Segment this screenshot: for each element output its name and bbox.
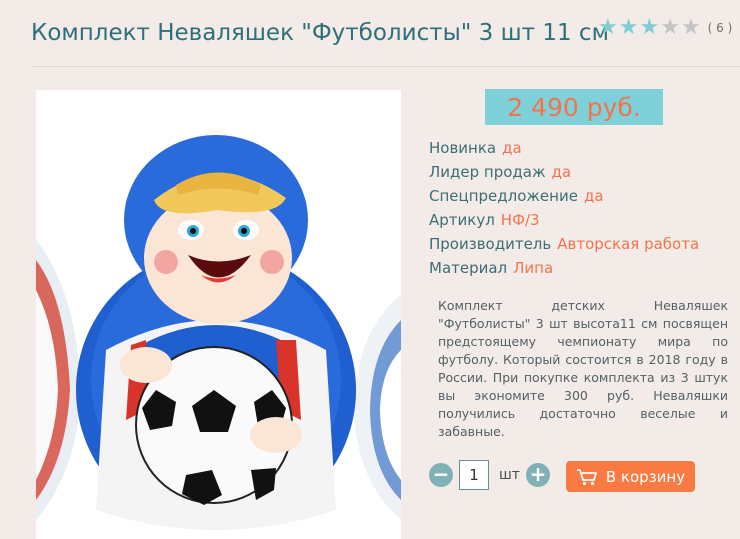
property-row: Производитель Авторская работа xyxy=(429,232,699,256)
rating-count: ( 6 ) xyxy=(707,21,733,35)
property-value[interactable]: да xyxy=(552,163,572,181)
property-value[interactable]: да xyxy=(584,187,604,205)
price-badge: 2 490 руб. xyxy=(485,89,663,125)
property-row: Новинка да xyxy=(429,136,699,160)
quantity-stepper: − шт + xyxy=(429,460,550,490)
star-icon[interactable]: ★ xyxy=(639,17,659,39)
roly-poly-doll-football-photo xyxy=(36,90,401,539)
property-key: Артикул xyxy=(429,211,495,229)
product-title: Комплект Неваляшек "Футболисты" 3 шт 11 … xyxy=(31,20,609,46)
product-properties: Новинка да Лидер продаж да Спецпредложение… xyxy=(429,136,699,280)
quantity-input[interactable] xyxy=(459,460,489,490)
property-row: Лидер продаж да xyxy=(429,160,699,184)
property-key: Лидер продаж xyxy=(429,163,546,181)
property-key: Производитель xyxy=(429,235,552,253)
add-to-cart-label: В корзину xyxy=(605,467,686,486)
add-to-cart-button[interactable]: В корзину xyxy=(566,461,695,492)
star-icon[interactable]: ★ xyxy=(619,17,639,39)
property-value[interactable]: Липа xyxy=(513,259,553,277)
star-icon[interactable]: ★ xyxy=(681,17,701,39)
property-key: Спецпредложение xyxy=(429,187,578,205)
divider xyxy=(31,66,740,67)
star-icon[interactable]: ★ xyxy=(660,17,680,39)
product-rating[interactable]: ★ ★ ★ ★ ★ ( 6 ) xyxy=(598,17,732,39)
quantity-unit: шт xyxy=(499,467,520,483)
cart-icon xyxy=(576,468,597,485)
property-key: Материал xyxy=(429,259,508,277)
star-icon[interactable]: ★ xyxy=(598,17,618,39)
increase-quantity-button[interactable]: + xyxy=(525,463,550,487)
property-value: НФ/3 xyxy=(500,211,540,229)
property-row: Артикул НФ/3 xyxy=(429,208,699,232)
decrease-quantity-button[interactable]: − xyxy=(429,463,453,487)
property-value[interactable]: Авторская работа xyxy=(557,235,699,253)
product-description: Комплект детских Неваляшек "Футболисты" … xyxy=(438,298,728,439)
property-row: Спецпредложение да xyxy=(429,184,699,208)
property-value[interactable]: да xyxy=(502,139,522,157)
property-key: Новинка xyxy=(429,139,497,157)
product-image[interactable] xyxy=(36,90,401,539)
property-row: Материал Липа xyxy=(429,256,699,280)
